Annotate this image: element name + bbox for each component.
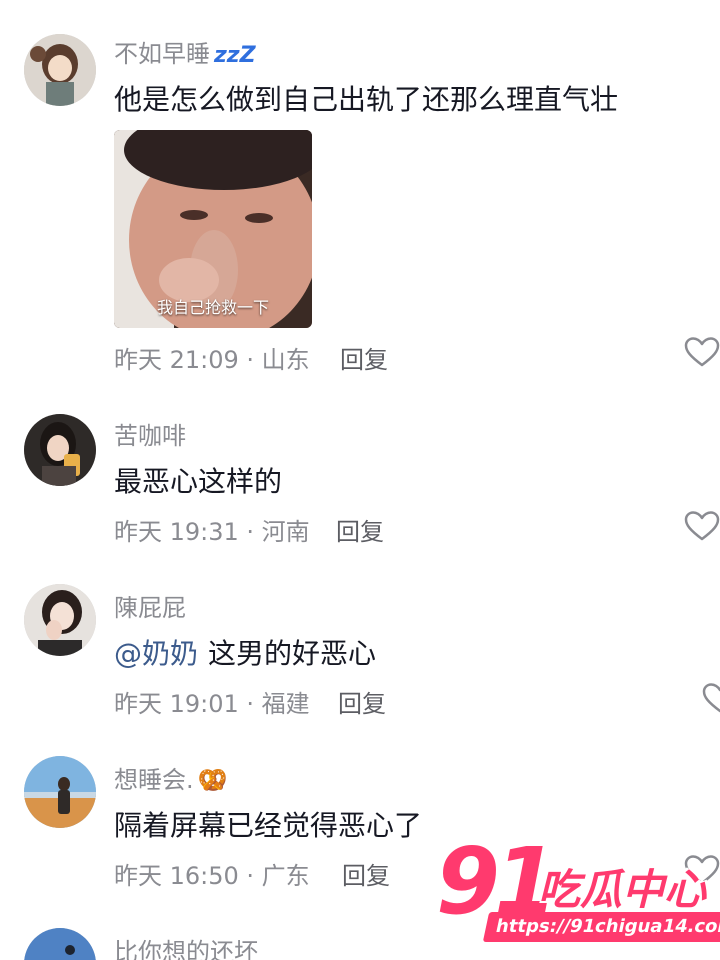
- comment-text: 隔着屏幕已经觉得恶心了: [114, 809, 423, 842]
- username-text: 想睡会.: [114, 766, 194, 794]
- avatar-image: [24, 756, 96, 828]
- comment-meta: 昨天 19:31 · 河南: [114, 518, 310, 546]
- reply-button[interactable]: 回复: [338, 684, 386, 719]
- avatar-image: [24, 928, 96, 960]
- reply-button[interactable]: 回复: [336, 512, 384, 547]
- watermark-title: 吃瓜中心: [538, 865, 707, 914]
- comment-meta: 昨天 16:50 · 广东: [114, 862, 310, 890]
- comment-text: 他是怎么做到自己出轨了还那么理直气壮: [114, 83, 619, 116]
- avatar[interactable]: [24, 756, 96, 828]
- like-button[interactable]: [684, 336, 720, 368]
- username[interactable]: 比你想的还坏: [114, 932, 258, 960]
- avatar[interactable]: [24, 414, 96, 486]
- watermark-url: https://91chigua14.com: [482, 912, 720, 942]
- reply-button[interactable]: 回复: [342, 856, 390, 891]
- comment-meta: 昨天 19:01 · 福建: [114, 690, 310, 718]
- username[interactable]: 不如早睡 zzZ: [114, 34, 256, 69]
- avatar-image: [24, 584, 96, 656]
- avatar[interactable]: [24, 34, 96, 106]
- comment-meta: 昨天 21:09 · 山东: [114, 346, 310, 374]
- comment-text: @奶奶 这男的好恶心: [114, 632, 376, 672]
- heart-outline-icon: [702, 683, 720, 713]
- comment-text: 最恶心这样的: [114, 465, 283, 498]
- comment-text-body: 这男的好恶心: [208, 637, 377, 670]
- comment-item: 不如早睡 zzZ 他是怎么做到自己出轨了还那么理直气壮 我自己抢救一下 昨天 21…: [0, 0, 720, 380]
- username-text: 不如早睡: [114, 40, 210, 68]
- username[interactable]: 陳屁屁: [114, 588, 186, 623]
- sleep-zzz-icon: zzZ: [214, 43, 256, 68]
- avatar-image: [24, 34, 96, 106]
- sticker-caption: 我自己抢救一下: [156, 298, 269, 317]
- site-watermark: 91 吃瓜中心 https://91chigua14.com: [434, 836, 720, 946]
- avatar[interactable]: [24, 584, 96, 656]
- like-button[interactable]: [702, 682, 720, 714]
- pretzel-icon: 🥨: [197, 766, 228, 794]
- comment-item: 苦咖啡 最恶心这样的 昨天 19:31 · 河南 回复: [0, 380, 720, 550]
- username[interactable]: 苦咖啡: [114, 416, 186, 451]
- avatar-image: [24, 414, 96, 486]
- heart-outline-icon: [684, 337, 720, 367]
- heart-outline-icon: [684, 511, 720, 541]
- like-button[interactable]: [684, 510, 720, 542]
- comment-sticker-image[interactable]: 我自己抢救一下: [114, 130, 312, 328]
- avatar[interactable]: [24, 928, 96, 960]
- reply-button[interactable]: 回复: [340, 340, 388, 375]
- mention-link[interactable]: @奶奶: [114, 637, 198, 670]
- comment-item: 陳屁屁 @奶奶 这男的好恶心 昨天 19:01 · 福建 回复: [0, 550, 720, 722]
- username[interactable]: 想睡会. 🥨: [114, 760, 228, 795]
